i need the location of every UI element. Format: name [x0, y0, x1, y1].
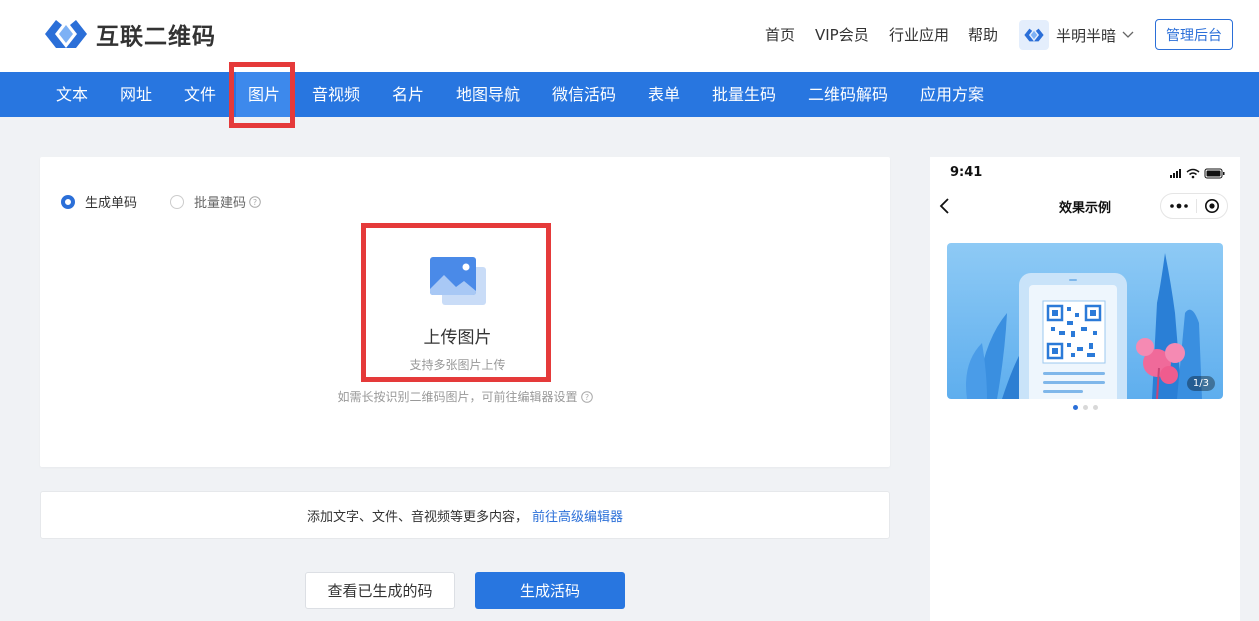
tab-solutions[interactable]: 应用方案 — [920, 72, 984, 117]
carousel-dot[interactable] — [1072, 405, 1078, 410]
status-time: 9:41 — [950, 165, 983, 180]
radio-checked-icon — [61, 194, 75, 209]
highlight-upload-area — [361, 223, 551, 382]
phone-preview: 9:41 效果示例 1/3 — [930, 157, 1240, 621]
tab-business-card[interactable]: 名片 — [392, 72, 424, 117]
tab-audio-video[interactable]: 音视频 — [312, 72, 360, 117]
preview-banner[interactable]: 1/3 — [947, 243, 1223, 399]
mode-single-radio[interactable]: 生成单码 — [61, 192, 137, 211]
carousel-dot[interactable] — [1082, 405, 1088, 410]
advanced-editor-link[interactable]: 前往高级编辑器 — [532, 506, 623, 525]
topnav-home[interactable]: 首页 — [765, 24, 795, 45]
more-dots-icon[interactable] — [1169, 202, 1189, 210]
question-icon[interactable]: ? — [580, 390, 593, 403]
category-nav: 文本 网址 文件 图片 音视频 名片 地图导航 微信活码 表单 批量生码 二维码… — [0, 72, 1259, 117]
advanced-editor-bar: 添加文字、文件、音视频等更多内容， 前往高级编辑器 — [40, 491, 890, 539]
brand-logo[interactable]: 互联二维码 — [42, 17, 216, 51]
view-generated-button[interactable]: 查看已生成的码 — [305, 572, 455, 609]
long-press-hint: 如需长按识别二维码图片，可前往编辑器设置 ? — [40, 388, 890, 405]
qr-phone-illustration — [947, 243, 1223, 399]
mode-batch-radio[interactable]: 批量建码 ? — [170, 192, 261, 211]
banner-page-indicator: 1/3 — [1186, 376, 1215, 391]
advanced-text: 添加文字、文件、音视频等更多内容， — [306, 509, 528, 525]
topnav-vip[interactable]: VIP会员 — [815, 24, 869, 45]
tab-map-navigation[interactable]: 地图导航 — [456, 72, 520, 117]
user-menu[interactable]: 半明半暗 — [1019, 20, 1134, 50]
tab-file[interactable]: 文件 — [184, 72, 216, 117]
topnav-help[interactable]: 帮助 — [968, 24, 998, 45]
tab-url[interactable]: 网址 — [120, 72, 152, 117]
user-name: 半明半暗 — [1056, 26, 1117, 45]
chevron-down-icon — [1122, 31, 1134, 38]
tab-wechat-live-code[interactable]: 微信活码 — [552, 72, 616, 117]
mode-single-label: 生成单码 — [85, 196, 138, 211]
tab-form[interactable]: 表单 — [648, 72, 680, 117]
tab-text[interactable]: 文本 — [56, 72, 88, 117]
tab-qr-decode[interactable]: 二维码解码 — [808, 72, 888, 117]
hint-text: 如需长按识别二维码图片，可前往编辑器设置 — [337, 390, 578, 404]
capsule-divider — [1195, 199, 1197, 213]
avatar-logo-icon — [1024, 28, 1044, 42]
topnav-industry[interactable]: 行业应用 — [889, 24, 949, 45]
generate-live-code-button[interactable]: 生成活码 — [475, 572, 625, 609]
mode-batch-label: 批量建码 — [194, 196, 247, 211]
svg-text:?: ? — [584, 393, 588, 402]
brand-name: 互联二维码 — [96, 24, 216, 50]
highlight-tab-image — [229, 62, 295, 128]
logo-icon — [45, 20, 87, 48]
svg-text:?: ? — [253, 198, 257, 207]
radio-unchecked-icon — [170, 194, 184, 209]
close-circle-icon[interactable] — [1204, 198, 1220, 214]
carousel-dot[interactable] — [1092, 405, 1098, 410]
avatar — [1019, 20, 1049, 50]
question-icon[interactable]: ? — [249, 195, 261, 208]
admin-button[interactable]: 管理后台 — [1155, 19, 1233, 50]
top-header: 互联二维码 首页 VIP会员 行业应用 帮助 半明半暗 管理后台 — [0, 0, 1259, 72]
status-bar-icons — [1170, 168, 1225, 179]
carousel-dots — [930, 405, 1240, 410]
miniprogram-capsule[interactable] — [1160, 193, 1228, 219]
tab-batch-generate[interactable]: 批量生码 — [712, 72, 776, 117]
